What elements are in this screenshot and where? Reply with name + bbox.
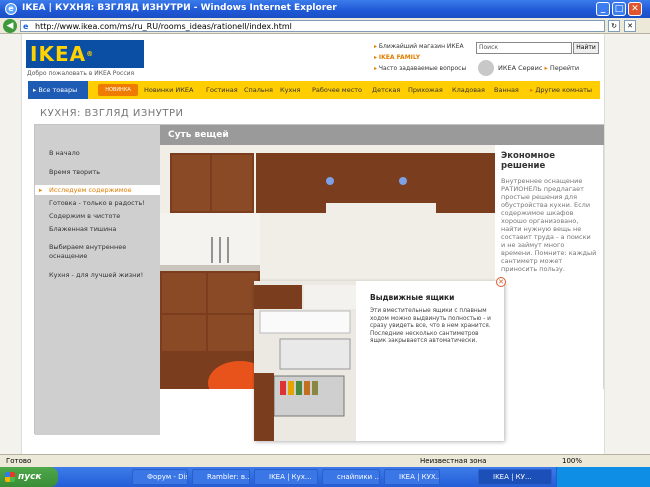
browser-left-chrome <box>0 34 22 454</box>
nav-cleanliness[interactable]: Содержим в чистоте <box>49 212 120 220</box>
stop-icon[interactable]: ✕ <box>624 20 636 32</box>
task-rambler[interactable]: Rambler: в... <box>192 469 250 485</box>
maximize-button[interactable]: □ <box>612 2 626 16</box>
side-title: Экономное решение <box>501 151 555 171</box>
status-bar: Готово Неизвестная зона 100% <box>0 454 650 467</box>
menu-item-storage[interactable]: Кладовая <box>452 81 485 99</box>
drawer-popup: Выдвижные ящики Эти вместительные ящики … <box>254 277 506 441</box>
service-link[interactable]: ИКЕА Сервис ▸ Перейти <box>498 64 579 72</box>
start-button[interactable]: пуск <box>0 467 58 487</box>
task-forum[interactable]: Форум - Dis... <box>132 469 188 485</box>
nav-choose-interior-2[interactable]: оснащение <box>49 252 87 260</box>
main-menu: ▸ Все товары НОВИНКА Новинки ИКЕА Гостин… <box>28 81 600 99</box>
menu-item-bathroom[interactable]: Ванная <box>494 81 519 99</box>
service-person-icon <box>478 60 494 76</box>
drawer-illustration <box>254 281 356 441</box>
menu-item-other-rooms[interactable]: ▸ Другие комнаты <box>530 81 592 99</box>
section-title: Суть вещей <box>160 125 604 145</box>
side-text: Внутреннее оснащение РАТИОНЕЛЬ предлагае… <box>501 177 597 273</box>
web-page: IKEA® Добро пожаловать в ИКЕА Россия ▸ Б… <box>22 34 604 454</box>
close-button[interactable]: ✕ <box>628 2 642 16</box>
ikea-family-link[interactable]: ▸ IKEA FAMILY <box>374 54 420 61</box>
popup-close-icon[interactable]: ✕ <box>496 277 506 287</box>
search-button[interactable]: Найти <box>573 42 599 54</box>
nav-cooking[interactable]: Готовка - только в радость! <box>49 199 145 207</box>
task-snipping[interactable]: снайпики ... <box>322 469 380 485</box>
refresh-icon[interactable]: ↻ <box>608 20 620 32</box>
all-products-button[interactable]: ▸ Все товары <box>28 81 88 99</box>
system-tray <box>556 467 650 487</box>
browser-right-chrome <box>604 34 650 454</box>
nav-explore-active[interactable]: Исследуем содержимое <box>35 185 160 195</box>
faq-link[interactable]: ▸ Часто задаваемые вопросы <box>374 65 466 72</box>
left-nav: В начало Время творить Исследуем содержи… <box>35 125 160 435</box>
zone-text: Неизвестная зона <box>420 457 487 465</box>
back-button[interactable]: ◀ <box>3 19 17 33</box>
minimize-button[interactable]: _ <box>596 2 610 16</box>
zoom-level[interactable]: 100% <box>562 455 582 467</box>
menu-item-bedroom[interactable]: Спальня <box>244 81 273 99</box>
content-panel: В начало Время творить Исследуем содержи… <box>34 124 604 441</box>
nav-home[interactable]: В начало <box>49 149 80 157</box>
menu-item-living[interactable]: Гостиная <box>206 81 238 99</box>
popup-body: Эти вместительные ящики с плавным ходом … <box>370 308 491 344</box>
window-titlebar: e IKEA | КУХНЯ: ВЗГЛЯД ИЗНУТРИ - Windows… <box>0 0 650 18</box>
side-info-panel: Экономное решение Внутреннее оснащение Р… <box>495 145 603 389</box>
task-ikea-2[interactable]: IKEA | КУХ... <box>384 469 440 485</box>
url-field[interactable]: http://www.ikea.com/ms/ru_RU/rooms_ideas… <box>20 20 605 32</box>
menu-item-hallway[interactable]: Прихожая <box>408 81 443 99</box>
nearest-store-link[interactable]: ▸ Ближайший магазин ИКЕА <box>374 43 464 50</box>
popup-title: Выдвижные ящики <box>370 293 455 302</box>
page-title: КУХНЯ: ВЗГЛЯД ИЗНУТРИ <box>40 108 184 119</box>
task-ikea-1[interactable]: IKEA | Кух... <box>254 469 318 485</box>
nav-silence[interactable]: Блаженная тишина <box>49 225 116 233</box>
menu-item-kids[interactable]: Детская <box>372 81 400 99</box>
nav-create[interactable]: Время творить <box>49 168 100 176</box>
address-bar: ◀ http://www.ikea.com/ms/ru_RU/rooms_ide… <box>0 18 650 34</box>
ikea-logo[interactable]: IKEA® <box>26 40 144 68</box>
task-ikea-active[interactable]: IKEA | КУ... <box>478 469 552 485</box>
welcome-text: Добро пожаловать в ИКЕА Россия <box>27 70 135 77</box>
taskbar: пуск Форум - Dis... Rambler: в... IKEA |… <box>0 467 650 487</box>
status-text: Готово <box>6 457 32 465</box>
drawer-photo <box>254 281 356 441</box>
search-input[interactable]: Поиск <box>476 42 572 54</box>
nav-choose-interior[interactable]: Выбираем внутреннее <box>49 243 126 251</box>
menu-item-kitchen[interactable]: Кухня <box>280 81 300 99</box>
menu-item-workplace[interactable]: Рабочее место <box>312 81 362 99</box>
new-badge: НОВИНКА <box>98 84 138 96</box>
nav-better-life[interactable]: Кухня - для лучшей жизни! <box>49 271 143 279</box>
ie-icon: e <box>5 3 17 15</box>
menu-item-new[interactable]: Новинки ИКЕА <box>144 81 193 99</box>
window-title: IKEA | КУХНЯ: ВЗГЛЯД ИЗНУТРИ - Windows I… <box>22 3 337 13</box>
